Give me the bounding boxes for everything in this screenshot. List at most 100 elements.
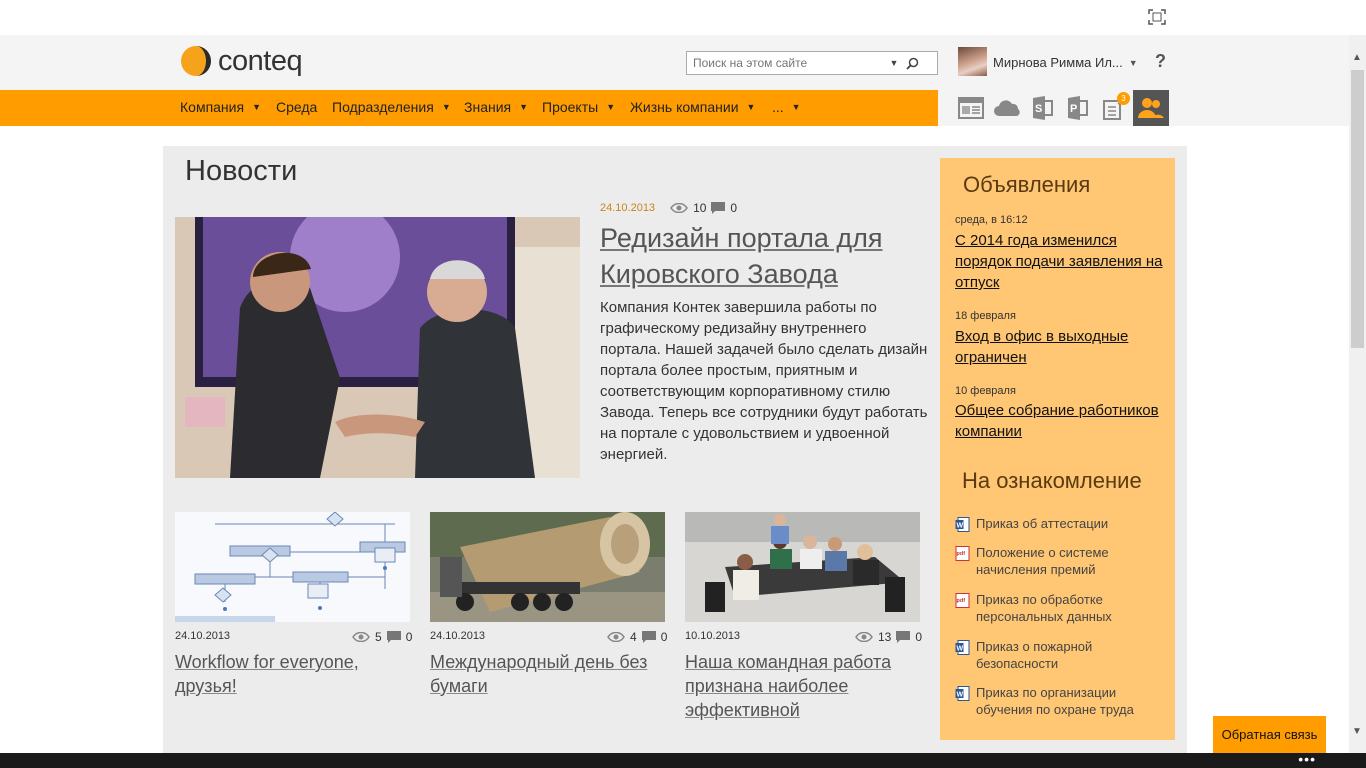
news-card-image[interactable]: [430, 512, 665, 622]
announcement-date: 10 февраля: [955, 385, 1016, 397]
announcement-link[interactable]: С 2014 года изменился порядок подачи зая…: [955, 230, 1165, 293]
nav-item-knowledge[interactable]: Знания ▼: [464, 99, 528, 115]
people-icon[interactable]: [1136, 93, 1166, 123]
nav-item-departments[interactable]: Подразделения ▼: [332, 99, 451, 115]
word-doc-icon: W: [955, 686, 970, 701]
chevron-down-icon: ▼: [1128, 57, 1138, 68]
eye-icon: [670, 203, 688, 213]
card-title-link[interactable]: Международный день без бумаги: [430, 650, 665, 698]
card-title-link[interactable]: Workflow for everyone, друзья!: [175, 650, 410, 698]
logo-icon: [181, 46, 211, 76]
nav-item-company-life[interactable]: Жизнь компании ▼: [630, 99, 755, 115]
card-stats: 13 0: [855, 630, 922, 644]
hero-text: Компания Контек завершила работы по граф…: [600, 299, 928, 463]
eye-icon: [855, 632, 873, 642]
more-options-icon[interactable]: •••: [1298, 752, 1316, 766]
tasks-badge: 3: [1117, 92, 1130, 105]
pdf-doc-icon: pdf: [955, 546, 970, 561]
card-date: 10.10.2013: [685, 630, 741, 642]
hero-title-link[interactable]: Редизайн портала для Кировского Завода: [600, 220, 920, 292]
user-name: Мирнова Римма Ил...: [993, 55, 1123, 70]
nav-item-more[interactable]: ... ▼: [772, 99, 801, 115]
svg-text:W: W: [957, 523, 964, 530]
document-item[interactable]: W Приказ по организации обучения по охра…: [955, 684, 1165, 718]
search-box[interactable]: ▼: [686, 51, 938, 75]
chevron-down-icon: ▼: [519, 102, 529, 112]
comment-icon: [711, 202, 726, 214]
search-scope-dropdown[interactable]: ▼: [887, 52, 901, 74]
chevron-down-icon: ▼: [746, 102, 756, 112]
card-date: 24.10.2013: [430, 630, 486, 642]
comment-icon: [386, 631, 401, 643]
avatar[interactable]: [958, 47, 987, 76]
chevron-down-icon: ▼: [791, 102, 801, 112]
card-title-link[interactable]: Наша командная работа признана наиболее …: [685, 650, 920, 722]
search-input[interactable]: [687, 56, 887, 70]
svg-text:pdf: pdf: [957, 551, 966, 557]
comment-icon: [896, 631, 911, 643]
logo-text: conteq: [218, 44, 303, 77]
chevron-down-icon: ▼: [606, 102, 616, 112]
announcement-link[interactable]: Вход в офис в выходные ограничен: [955, 326, 1165, 368]
app-bar: •••: [0, 752, 1366, 768]
hero-comments: 0: [730, 201, 738, 215]
word-doc-icon: W: [955, 517, 970, 532]
card-date: 24.10.2013: [175, 630, 231, 642]
card-comments: 0: [405, 630, 413, 644]
fullscreen-icon[interactable]: [1148, 9, 1166, 25]
scroll-up-icon[interactable]: ▲: [1352, 52, 1362, 63]
svg-text:P: P: [1070, 103, 1077, 115]
feedback-button[interactable]: Обратная связь: [1213, 716, 1326, 753]
announcement-link[interactable]: Общее собрание работников компании: [955, 400, 1165, 442]
review-title: На ознакомление: [962, 468, 1142, 493]
word-doc-icon: W: [955, 640, 970, 655]
hero-date: 24.10.2013: [600, 202, 656, 214]
svg-text:S: S: [1035, 103, 1042, 115]
scroll-down-icon[interactable]: ▼: [1352, 726, 1362, 737]
document-item[interactable]: W Приказ о пожарной безопасности: [955, 638, 1165, 672]
comment-icon: [641, 631, 656, 643]
hero-meta: 24.10.2013 10 0: [600, 201, 737, 215]
newsfeed-icon[interactable]: [956, 93, 986, 123]
news-card-image[interactable]: [175, 512, 410, 622]
news-card-image[interactable]: [685, 512, 920, 622]
announcement-date: 18 февраля: [955, 310, 1016, 322]
nav-item-projects[interactable]: Проекты ▼: [542, 99, 615, 115]
page-title: Новости: [185, 155, 298, 187]
svg-text:pdf: pdf: [957, 598, 966, 604]
card-views: 5: [375, 630, 382, 644]
card-comments: 0: [915, 630, 923, 644]
document-item[interactable]: W Приказ об аттестации: [955, 515, 1165, 532]
document-item[interactable]: pdf Положение о системе начисления преми…: [955, 544, 1165, 578]
card-stats: 4 0: [607, 630, 667, 644]
card-views: 13: [878, 630, 892, 644]
hero-views: 10: [693, 201, 707, 215]
onedrive-icon[interactable]: [992, 93, 1022, 123]
pdf-doc-icon: pdf: [955, 593, 970, 608]
card-meta: 10.10.2013: [685, 630, 740, 642]
sharepoint-icon[interactable]: S: [1027, 93, 1057, 123]
user-menu[interactable]: Мирнова Римма Ил... ▼: [993, 55, 1138, 70]
svg-text:W: W: [957, 692, 964, 699]
chevron-down-icon: ▼: [252, 102, 261, 112]
chevron-down-icon: ▼: [441, 102, 451, 112]
svg-text:W: W: [957, 646, 964, 653]
scroll-thumb[interactable]: [1351, 70, 1364, 348]
card-meta: 24.10.2013: [175, 630, 230, 642]
card-comments: 0: [660, 630, 668, 644]
nav-item-company[interactable]: Компания ▼: [180, 99, 261, 115]
card-views: 4: [630, 630, 637, 644]
logo[interactable]: conteq: [180, 44, 303, 77]
hero-news-image[interactable]: [175, 217, 580, 478]
document-item[interactable]: pdf Приказ по обработке персональных дан…: [955, 591, 1165, 625]
eye-icon: [607, 632, 625, 642]
announcements-title: Объявления: [963, 172, 1091, 197]
nav-item-environment[interactable]: Среда: [276, 99, 317, 115]
announcement-date: среда, в 16:12: [955, 214, 1028, 226]
eye-icon: [352, 632, 370, 642]
project-icon[interactable]: P: [1062, 93, 1092, 123]
search-icon[interactable]: [901, 52, 923, 74]
card-meta: 24.10.2013: [430, 630, 485, 642]
help-button[interactable]: ?: [1155, 51, 1166, 72]
card-stats: 5 0: [352, 630, 412, 644]
